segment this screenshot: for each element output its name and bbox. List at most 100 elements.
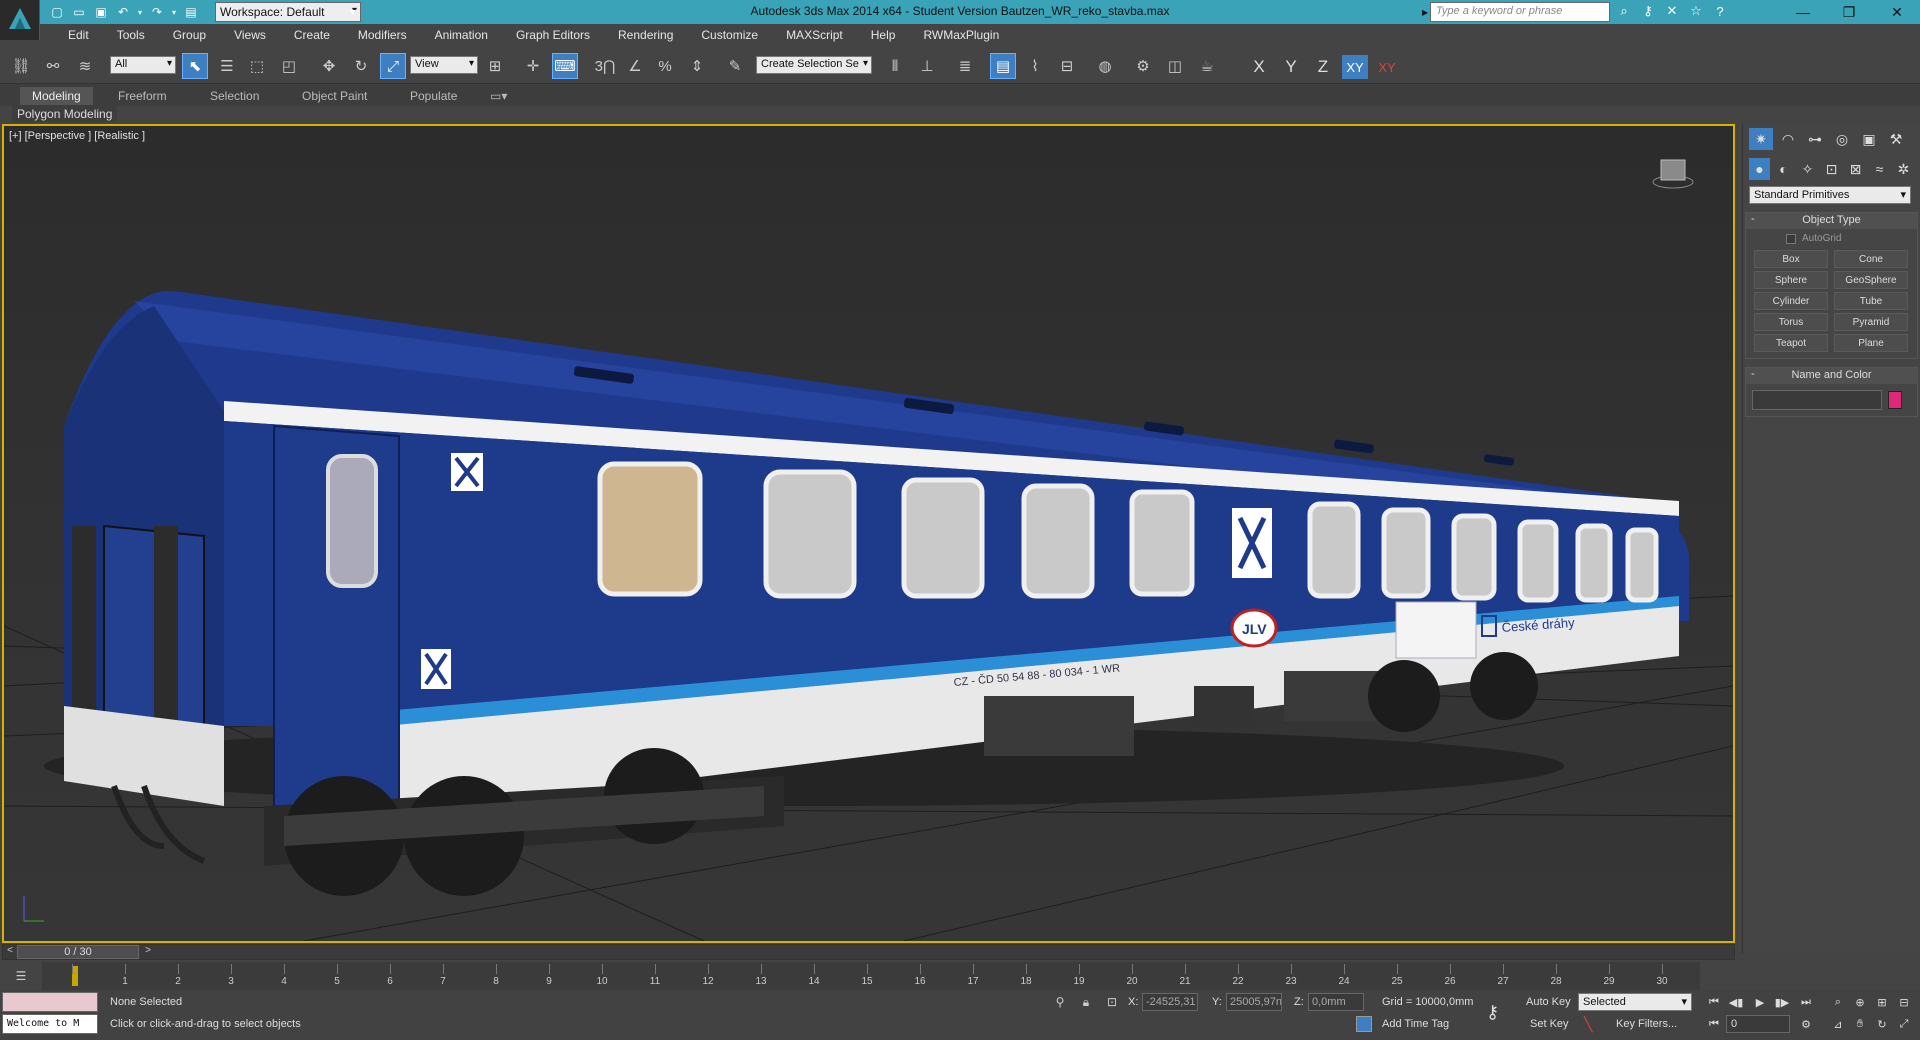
modify-panel-icon[interactable]: ◠ [1776,128,1800,150]
helpers-icon[interactable]: ⊠ [1845,158,1866,180]
geometry-icon[interactable]: ● [1749,158,1770,180]
zoom-all-icon[interactable]: ⊕ [1850,993,1870,1011]
minimize-button[interactable]: — [1780,0,1826,24]
key-icon[interactable]: ⚷ [1639,2,1657,20]
schematic-view-icon[interactable]: ⊟ [1054,53,1080,79]
select-by-name-icon[interactable]: ☰ [214,53,240,79]
select-object-icon[interactable]: ⬉ [182,53,208,79]
sphere-button[interactable]: Sphere [1754,271,1828,289]
named-selection-dropdown[interactable]: Create Selection Se [756,56,872,74]
move-icon[interactable]: ✥ [316,53,342,79]
maxscript-listener-mini[interactable] [2,992,98,1012]
unlink-icon[interactable]: ⚯ [40,53,66,79]
cylinder-button[interactable]: Cylinder [1754,292,1828,310]
autogrid-checkbox[interactable]: AutoGrid [1746,229,1917,246]
axis-xy-button[interactable]: XY [1342,55,1368,79]
edit-named-selection-icon[interactable]: ✎ [722,53,748,79]
rotate-icon[interactable]: ↻ [348,53,374,79]
ribbon-options-icon[interactable]: ▭▾ [478,87,519,105]
window-crossing-icon[interactable]: ◰ [276,53,302,79]
teapot-button[interactable]: Teapot [1754,334,1828,352]
next-frame-arrow-icon[interactable]: > [141,945,155,959]
tab-selection[interactable]: Selection [198,87,271,105]
curve-editor-icon[interactable]: ⌇ [1022,53,1048,79]
select-manipulate-icon[interactable]: ✛ [520,53,546,79]
menu-rwmaxplugin[interactable]: RWMaxPlugin [909,28,1013,42]
tube-button[interactable]: Tube [1834,292,1908,310]
lights-icon[interactable]: ✧ [1797,158,1818,180]
menu-views[interactable]: Views [220,28,280,42]
percent-snap-icon[interactable]: % [652,53,678,79]
keyboard-shortcut-override-icon[interactable]: ⌨ [552,53,578,79]
object-name-input[interactable] [1752,390,1882,410]
zoom-extents-all-icon[interactable]: ⊟ [1894,993,1914,1011]
pyramid-button[interactable]: Pyramid [1834,313,1908,331]
cone-button[interactable]: Cone [1834,250,1908,268]
snap-toggle-icon[interactable]: 3 ⋂ [592,53,618,79]
hierarchy-panel-icon[interactable]: ⊶ [1803,128,1827,150]
auto-key-button[interactable]: Auto Key [1526,996,1571,1008]
rectangular-selection-icon[interactable]: ⬚ [244,53,270,79]
close-button[interactable]: ✕ [1874,0,1920,24]
box-button[interactable]: Box [1754,250,1828,268]
menu-maxscript[interactable]: MAXScript [772,28,857,42]
tab-populate[interactable]: Populate [398,87,469,105]
menu-tools[interactable]: Tools [103,28,159,42]
pivot-center-icon[interactable]: ⊞ [482,53,508,79]
tab-modeling[interactable]: Modeling [20,87,93,105]
track-bar[interactable]: ☰ 1 2 3 4 5 6 7 8 9 10 11 12 13 14 15 16 17 18 19 20 21 22 23 2… [0,962,1700,990]
current-frame-field[interactable]: 0 [1726,1015,1790,1033]
tab-freeform[interactable]: Freeform [106,87,179,105]
zoom-extents-icon[interactable]: ⊞ [1872,993,1892,1011]
spinner-snap-icon[interactable]: ⇕ [684,53,710,79]
menu-rendering[interactable]: Rendering [604,28,687,42]
autogrid-check-icon[interactable] [1786,233,1796,244]
exchange-icon[interactable]: ✕ [1663,2,1681,20]
angle-snap-icon[interactable]: ∠ [622,53,648,79]
render-setup-icon[interactable]: ⚙ [1130,53,1156,79]
set-key-mode-icon[interactable]: ⚷ [1486,1002,1499,1023]
prev-frame-arrow-icon[interactable]: < [3,945,17,959]
set-key-button[interactable]: Set Key [1530,1018,1569,1030]
polygon-modeling-panel[interactable]: Polygon Modeling [12,106,118,122]
scale-icon[interactable]: ⤢ [380,53,406,79]
viewport-label[interactable]: [+] [Perspective ] [Realistic ] [9,130,145,142]
go-to-start-icon[interactable]: ⏮ [1704,993,1724,1011]
name-color-header[interactable]: Name and Color [1746,368,1917,384]
geosphere-button[interactable]: GeoSphere [1834,271,1908,289]
align-icon[interactable]: ⊥ [914,53,940,79]
key-mode-icon[interactable]: ⏮ [1704,1015,1724,1033]
menu-animation[interactable]: Animation [421,28,502,42]
play-icon[interactable]: ▶ [1750,993,1770,1011]
utilities-panel-icon[interactable]: ⚒ [1884,128,1908,150]
graphite-toggle-icon[interactable]: ▤ [990,53,1016,79]
create-panel-icon[interactable]: ✷ [1749,128,1773,150]
pan-icon[interactable]: ✋︎ [1850,1015,1870,1033]
viewcube[interactable] [1651,156,1695,190]
maxscript-input[interactable]: Welcome to M [2,1014,98,1034]
maximize-button[interactable]: ❐ [1826,0,1872,24]
time-tag-icon[interactable] [1356,1016,1372,1032]
orbit-icon[interactable]: ↻ [1872,1015,1892,1033]
menu-graph-editors[interactable]: Graph Editors [502,28,604,42]
display-panel-icon[interactable]: ▣ [1857,128,1881,150]
time-slider[interactable]: < 0 / 30 > [2,944,1735,960]
bind-space-warp-icon[interactable]: ≋ [72,53,98,79]
menu-modifiers[interactable]: Modifiers [344,28,421,42]
menu-edit[interactable]: Edit [54,28,103,42]
key-filters-button[interactable]: Key Filters... [1616,1018,1677,1030]
star-icon[interactable]: ☆ [1687,2,1705,20]
axis-y-button[interactable]: Y [1278,55,1304,79]
z-coord-field[interactable]: 0,0mm [1308,993,1364,1011]
reference-coordinate-dropdown[interactable]: View [410,56,478,74]
menu-help[interactable]: Help [857,28,910,42]
cameras-icon[interactable]: ⊡ [1821,158,1842,180]
add-time-tag-button[interactable]: Add Time Tag [1382,1018,1449,1030]
axis-x-button[interactable]: X [1246,55,1272,79]
rendered-frame-icon[interactable]: ◫ [1162,53,1188,79]
object-type-header[interactable]: Object Type [1746,213,1917,229]
material-editor-icon[interactable]: ◍ [1092,53,1118,79]
selection-filter-dropdown[interactable]: All [110,56,176,74]
space-warps-icon[interactable]: ≈ [1869,158,1890,180]
mirror-icon[interactable]: ⫴ [882,53,908,79]
